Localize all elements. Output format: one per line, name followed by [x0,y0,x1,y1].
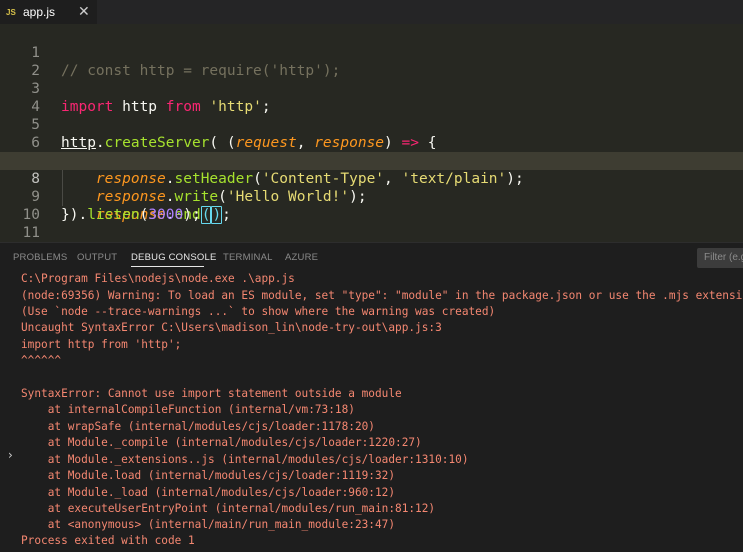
code-editor[interactable]: 1 // const http = require('http'); 2 3 i… [0,24,743,259]
console-line: ^^^^^^ [21,354,62,367]
code-line[interactable]: 7 response.write('Hello World!'); [0,134,743,205]
close-icon[interactable]: ✕ [78,4,90,20]
console-line: SyntaxError: Cannot use import statement… [21,387,402,400]
code-line[interactable]: 9 }).listen(3000); [0,170,743,223]
console-line: (node:69356) Warning: To load an ES modu… [21,289,743,302]
console-line: C:\Program Files\nodejs\node.exe .\app.j… [21,272,295,285]
code-line[interactable]: 10 [0,188,743,223]
line-number: 11 [22,225,40,241]
tab-terminal[interactable]: TERMINAL [223,252,273,263]
code-line[interactable]: 2 [0,44,743,79]
console-line: Uncaught SyntaxError C:\Users\madison_li… [21,321,442,334]
js-file-icon: JS [6,7,16,17]
tab-azure[interactable]: AZURE [285,252,318,263]
editor-tab-bar: JS app.js ✕ [0,0,743,24]
code-line[interactable]: 1 // const http = require('http'); [0,26,743,79]
code-line[interactable]: 5 http.createServer( (request, response)… [0,98,743,151]
tab-app-js[interactable]: JS app.js ✕ [0,0,97,24]
bottom-panel: PROBLEMS OUTPUT DEBUG CONSOLE TERMINAL A… [0,242,743,552]
code-line[interactable]: 11 console.log('Server starting...'); [0,206,743,259]
chevron-right-icon[interactable]: › [8,448,13,462]
code-line[interactable]: 4 [0,80,743,115]
filter-input[interactable]: Filter (e.g [697,248,743,268]
tab-debug-console[interactable]: DEBUG CONSOLE [131,252,216,263]
tab-output[interactable]: OUTPUT [77,252,117,263]
console-line: import http from 'http'; [21,338,182,351]
active-tab-indicator [131,266,204,267]
console-line: at wrapSafe (internal/modules/cjs/loader… [21,420,375,433]
console-line: at Module.load (internal/modules/cjs/loa… [21,469,396,482]
panel-tabs: PROBLEMS OUTPUT DEBUG CONSOLE TERMINAL A… [0,243,743,270]
tab-title: app.js [23,5,56,19]
console-line: at Module._extensions..js (internal/modu… [21,453,469,466]
console-line: at internalCompileFunction (internal/vm:… [21,403,355,416]
code-line-current[interactable]: 8 response.end(); [0,152,743,224]
console-line: at Module._compile (internal/modules/cjs… [21,436,422,449]
code-line[interactable]: 3 import http from 'http'; [0,62,743,115]
tab-problems[interactable]: PROBLEMS [13,252,67,263]
console-line: at <anonymous> (internal/main/run_main_m… [21,518,396,531]
console-line: at executeUserEntryPoint (internal/modul… [21,502,436,515]
code-line[interactable]: 6 response.setHeader('Content-Type', 'te… [0,116,743,187]
console-line: (Use `node --trace-warnings ...` to show… [21,305,496,318]
console-line: at Module._load (internal/modules/cjs/lo… [21,486,396,499]
console-line: Process exited with code 1 [21,534,195,547]
debug-console-output[interactable]: › C:\Program Files\nodejs\node.exe .\app… [0,271,743,552]
